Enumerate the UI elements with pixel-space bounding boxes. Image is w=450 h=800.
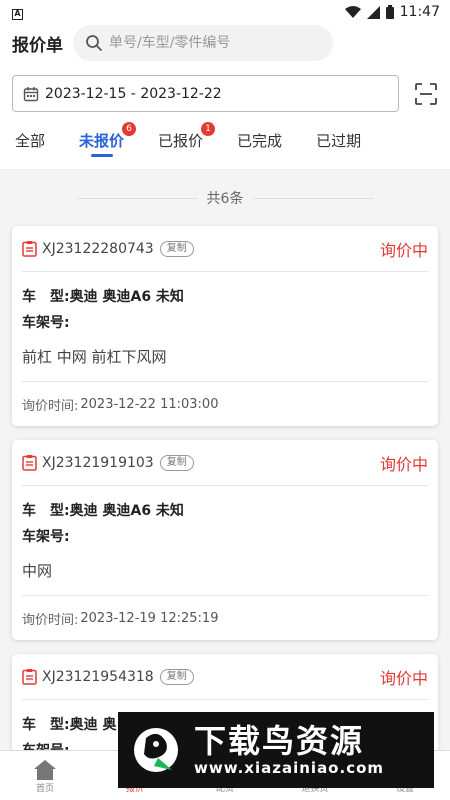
copy-button[interactable]: 复制 — [159, 668, 194, 685]
parts-list: 前杠 中网 前杠下风网 — [22, 348, 167, 366]
search-icon — [86, 35, 102, 51]
page-title: 报价单 — [12, 35, 63, 56]
card-footer: 询价时间: 2023-12-22 11:03:00 — [22, 382, 428, 426]
model-label: 车 型: — [22, 289, 70, 305]
model-value: 奥迪 奥迪A6 未知 — [69, 503, 184, 519]
status-bar: A 11:47 — [0, 0, 450, 24]
scan-button[interactable] — [414, 82, 438, 106]
result-count: 共6条 — [0, 170, 450, 226]
card-body: 车 型:奥迪 奥迪A6 未知 车架号: 中网 — [22, 486, 428, 596]
vin-line: 车架号: — [22, 310, 428, 336]
vin-label: 车架号: — [22, 315, 70, 331]
clipboard-icon — [22, 669, 37, 685]
status-label: 询价中 — [379, 668, 428, 688]
date-row: 2023-12-15 - 2023-12-22 — [0, 62, 450, 112]
status-left: A — [12, 4, 23, 20]
nav-home[interactable]: 首页 — [0, 751, 90, 800]
tab-quoted[interactable]: 已报价 1 — [158, 112, 216, 169]
top-section: 报价单 2023-12-15 - 2023-12-22 — [0, 24, 450, 170]
card-footer: 询价时间: 2023-12-19 12:25:19 — [22, 596, 428, 640]
watermark-text: 下载鸟资源 www.xiazainiao.com — [194, 723, 384, 777]
divider — [76, 197, 197, 199]
time-value: 2023-12-22 11:03:00 — [80, 396, 219, 412]
tab-unquoted[interactable]: 未报价 6 — [79, 112, 137, 169]
status-time: 11:47 — [399, 4, 440, 20]
model-line: 车 型:奥迪 奥迪A6 未知 — [22, 284, 428, 310]
tab-label: 已过期 — [316, 132, 362, 150]
model-value: 奥迪 奥迪A6 未知 — [69, 289, 184, 305]
header: 报价单 — [0, 24, 450, 62]
card-header: XJ23121954318 复制 询价中 — [22, 654, 428, 700]
model-label: 车 型: — [22, 503, 70, 519]
quote-card[interactable]: XJ23122280743 复制 询价中 车 型:奥迪 奥迪A6 未知 车架号:… — [12, 226, 438, 426]
order-number: XJ23121954318 — [42, 668, 154, 685]
signal-icon — [366, 5, 380, 19]
scan-icon — [415, 82, 437, 105]
copy-button[interactable]: 复制 — [159, 454, 194, 471]
app-screen: A 11:47 报价单 单号/车型/零件编号 2023-12-15 - 2023… — [0, 0, 450, 800]
home-icon — [34, 760, 56, 780]
tab-label: 全部 — [15, 132, 46, 150]
watermark-title: 下载鸟资源 — [194, 722, 365, 760]
card-body: 车 型:奥迪 奥迪A6 未知 车架号: 前杠 中网 前杠下风网 — [22, 272, 428, 382]
battery-icon — [385, 5, 394, 19]
quote-card[interactable]: XJ23121919103 复制 询价中 车 型:奥迪 奥迪A6 未知 车架号:… — [12, 440, 438, 640]
nav-label: 首页 — [35, 784, 54, 794]
clipboard-icon — [22, 455, 37, 471]
count-text: 共6条 — [206, 191, 244, 207]
tab-all[interactable]: 全部 — [15, 112, 45, 169]
tab-label: 已完成 — [237, 132, 283, 150]
bird-logo-icon — [134, 728, 178, 772]
tab-label: 未报价 — [79, 132, 125, 150]
notification-a-icon: A — [12, 9, 23, 20]
model-line: 车 型:奥迪 奥迪A6 未知 — [22, 498, 428, 524]
tab-expired[interactable]: 已过期 — [316, 112, 361, 169]
status-label: 询价中 — [379, 240, 428, 260]
date-range-field[interactable]: 2023-12-15 - 2023-12-22 — [12, 75, 400, 112]
clipboard-icon — [22, 241, 37, 257]
order-number: XJ23121919103 — [42, 454, 154, 471]
order-number: XJ23122280743 — [42, 240, 154, 257]
card-header: XJ23121919103 复制 询价中 — [22, 440, 428, 486]
calendar-icon — [23, 86, 39, 101]
wifi-icon — [344, 5, 361, 18]
vin-line: 车架号: — [22, 524, 428, 550]
time-value: 2023-12-19 12:25:19 — [80, 610, 219, 626]
tab-completed[interactable]: 已完成 — [237, 112, 282, 169]
tab-label: 已报价 — [158, 132, 204, 150]
vin-label: 车架号: — [22, 529, 70, 545]
watermark-overlay: 下载鸟资源 www.xiazainiao.com — [118, 712, 434, 788]
time-label: 询价时间: — [22, 398, 79, 414]
model-value: 奥迪 奥 — [69, 717, 117, 733]
date-range-value: 2023-12-15 - 2023-12-22 — [45, 85, 222, 102]
model-label: 车 型: — [22, 717, 70, 733]
status-right: 11:47 — [344, 4, 440, 20]
tab-badge: 6 — [122, 122, 137, 136]
card-header: XJ23122280743 复制 询价中 — [22, 226, 428, 272]
time-label: 询价时间: — [22, 612, 79, 628]
divider — [253, 197, 374, 199]
parts-list: 中网 — [22, 562, 53, 580]
search-input[interactable] — [109, 35, 309, 51]
tab-bar: 全部 未报价 6 已报价 1 已完成 已过期 — [0, 112, 450, 170]
status-label: 询价中 — [379, 454, 428, 474]
watermark-url: www.xiazainiao.com — [194, 759, 385, 777]
tab-badge: 1 — [201, 122, 216, 136]
copy-button[interactable]: 复制 — [159, 240, 194, 257]
search-box[interactable] — [73, 25, 333, 61]
